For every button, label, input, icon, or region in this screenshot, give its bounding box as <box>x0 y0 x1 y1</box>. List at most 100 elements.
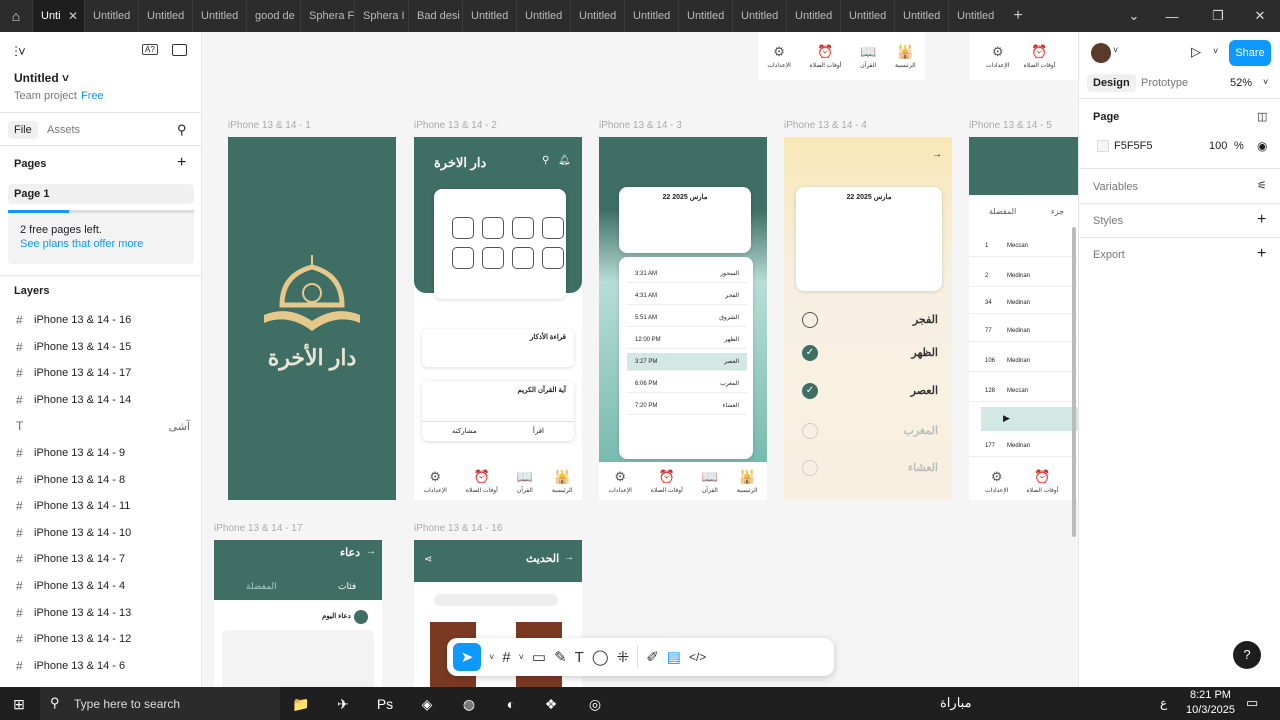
notification-icon[interactable]: ▭ <box>1246 695 1258 711</box>
layer-item[interactable]: # iPhone 13 & 14 - 14 <box>0 387 200 413</box>
layer-item[interactable]: # iPhone 13 & 14 - 9 <box>0 440 200 466</box>
prayer-checkbox[interactable]: ✓ <box>802 383 818 399</box>
browser-tab[interactable]: Untitled <box>894 0 948 32</box>
dev-mode-icon[interactable]: </> <box>689 650 706 664</box>
browser-tab[interactable]: Untitled <box>516 0 570 32</box>
prayer-times-nav-item[interactable]: ⏰ أوقات الصلاة <box>1023 44 1055 69</box>
bg-color-value[interactable]: F5F5F5 <box>1114 140 1153 152</box>
styles-icon[interactable]: ◫ <box>1257 110 1267 123</box>
eye-icon[interactable]: ◉ <box>1257 139 1267 153</box>
close-window-icon[interactable]: ✕ <box>1238 0 1280 32</box>
browser-tab[interactable]: Sphera I <box>354 0 408 32</box>
tab-prototype[interactable]: Prototype <box>1141 77 1188 89</box>
bell-icon[interactable]: 🔔︎ <box>558 155 571 166</box>
share-button[interactable]: Share <box>1229 40 1271 66</box>
clock-date[interactable]: 10/3/2025 <box>1186 704 1235 716</box>
see-plans-link[interactable]: See plans that offer more <box>20 238 143 250</box>
tab-categories[interactable]: فئات <box>338 581 356 592</box>
app-icon[interactable]: ◈ <box>412 691 442 717</box>
browser-tab[interactable]: Untitled <box>948 0 1002 32</box>
firefox-icon[interactable]: ◍ <box>454 691 484 717</box>
dua-card[interactable] <box>222 630 374 687</box>
restore-icon[interactable]: ❐ <box>1196 0 1240 32</box>
layer-item[interactable]: # iPhone 13 & 14 - 16 <box>0 307 200 333</box>
frame-label[interactable]: iPhone 13 & 14 - 5 <box>969 120 1052 131</box>
home-icon[interactable]: ⌂ <box>0 0 32 32</box>
layer-item[interactable]: # iPhone 13 & 14 - 10 <box>0 520 200 546</box>
sura-row[interactable]: 1 Meccan <box>969 237 1078 257</box>
arrow-icon[interactable]: → <box>564 552 574 563</box>
layer-item[interactable]: # iPhone 13 & 14 - 15 <box>0 334 200 360</box>
prayer-time-row[interactable]: 12:00 PM الظهر <box>627 331 747 349</box>
add-export-icon[interactable]: + <box>1257 245 1266 263</box>
browser-tab[interactable]: Untitled <box>840 0 894 32</box>
search-icon[interactable]: ⚲ <box>177 122 187 138</box>
settings-nav-item[interactable]: ⚙ الإعدادات <box>423 469 446 494</box>
feature-icon[interactable] <box>542 217 564 239</box>
share-label[interactable]: مشاركته <box>452 427 477 435</box>
prayer-checkbox[interactable] <box>802 423 818 439</box>
chevron-down-icon[interactable]: ˅ <box>519 652 524 662</box>
edge-icon[interactable]: ◐ <box>496 691 526 717</box>
draw-tool-icon[interactable]: ✐ <box>646 648 659 666</box>
tab-file[interactable]: File <box>8 121 38 139</box>
feature-icon[interactable] <box>452 247 474 269</box>
feature-icon[interactable] <box>512 247 534 269</box>
actions-tool-icon[interactable]: ⁜ <box>617 648 630 666</box>
frame-label[interactable]: iPhone 13 & 14 - 16 <box>414 523 502 534</box>
prayer-time-row[interactable]: 3:27 PM العصر <box>627 353 747 371</box>
frame-quran-list[interactable]: المفضلة جزء 1 Meccan 2 Medinan 34 Medinan 77 Me… <box>969 137 1078 500</box>
prayer-checkbox[interactable]: ✓ <box>802 345 818 361</box>
figma-icon[interactable]: ❖ <box>536 691 566 717</box>
share-icon[interactable]: ⋖ <box>424 554 432 565</box>
browser-tab[interactable]: Untitled <box>138 0 192 32</box>
help-button[interactable]: ? <box>1233 641 1261 669</box>
chevron-down-icon[interactable]: ˅ <box>489 652 494 662</box>
calendar-card[interactable]: 22 مارس 2025 <box>619 187 751 253</box>
calendar-card[interactable]: 22 مارس 2025 <box>796 187 942 291</box>
chevron-down-icon[interactable]: ˅ <box>1263 77 1268 87</box>
avatar[interactable] <box>1091 43 1111 63</box>
sidebar-toggle-icon[interactable] <box>172 44 187 56</box>
layer-item[interactable]: # iPhone 13 & 14 - 13 <box>0 600 200 626</box>
layer-item[interactable]: # iPhone 13 & 14 - 12 <box>0 626 200 652</box>
sura-row[interactable]: 2 Medinan <box>969 267 1078 287</box>
browser-tab[interactable]: good de <box>246 0 300 32</box>
layer-item[interactable]: # iPhone 13 & 14 - 11 <box>0 493 200 519</box>
azkar-card[interactable]: قراءة الأذكار <box>422 329 574 367</box>
quran-nav-item[interactable]: 📖 القرآن <box>860 44 876 69</box>
figma-menu-icon[interactable]: ⵗ˅ <box>14 44 26 60</box>
browser-tab[interactable]: Untitled <box>786 0 840 32</box>
arrow-icon[interactable]: → <box>366 546 376 557</box>
layer-item[interactable]: # iPhone 13 & 14 - 7 <box>0 546 200 572</box>
layer-item[interactable]: # iPhone 13 & 14 - 6 <box>0 653 200 679</box>
browser-tab[interactable]: Untitled <box>192 0 246 32</box>
close-tab-icon[interactable]: ✕ <box>68 9 78 23</box>
sura-row[interactable]: 177 Medinan <box>969 437 1078 457</box>
design-mode-icon[interactable]: ▤ <box>667 648 681 666</box>
verse-card[interactable]: آية القرآن الكريم مشاركته اقرأ <box>422 381 574 441</box>
layer-item[interactable]: # iPhone 13 & 14 - 4 <box>0 573 200 599</box>
frame-top-nav[interactable]: ⚙ الإعدادات ⏰ أوقات الصلاة 📖 القرآن 🕌 الرئيس… <box>758 32 925 80</box>
tab-juz[interactable]: جزء <box>1051 207 1064 216</box>
opacity-value[interactable]: 100 <box>1209 140 1227 152</box>
chevron-down-icon[interactable]: ˅ <box>1113 45 1118 55</box>
search-input[interactable] <box>434 594 558 606</box>
browser-tab[interactable]: Untitled <box>678 0 732 32</box>
zoom-level[interactable]: 52% <box>1230 77 1252 89</box>
sura-row[interactable]: 77 Medinan <box>969 322 1078 342</box>
clock-time[interactable]: 8:21 PM <box>1190 689 1231 701</box>
prayer-checkbox[interactable] <box>802 460 818 476</box>
prayer-times-nav-item[interactable]: ⏰ أوقات الصلاة <box>466 469 498 494</box>
settings-nav-item[interactable]: ⚙ الإعدادات <box>608 469 631 494</box>
settings-nav-item[interactable]: ⚙ الإعدادات <box>986 44 1009 69</box>
settings-nav-item[interactable]: ⚙ الإعدادات <box>767 44 790 69</box>
frame-label[interactable]: iPhone 13 & 14 - 1 <box>228 120 311 131</box>
quran-nav-item[interactable]: 📖 القرآن <box>517 469 533 494</box>
frame-top-nav-2[interactable]: ⚙ الإعدادات ⏰ أوقات الصلاة <box>970 32 1078 80</box>
prayer-time-row[interactable]: 7:20 PM العشاء <box>627 397 747 415</box>
frame-prayer-tracker[interactable]: → 22 مارس 2025 الفجر ✓ الظهر ✓ العصر المغرب ال… <box>784 137 952 500</box>
frame-label[interactable]: iPhone 13 & 14 - 3 <box>599 120 682 131</box>
tab-design[interactable]: Design <box>1087 74 1136 92</box>
add-page-icon[interactable]: + <box>177 154 186 172</box>
